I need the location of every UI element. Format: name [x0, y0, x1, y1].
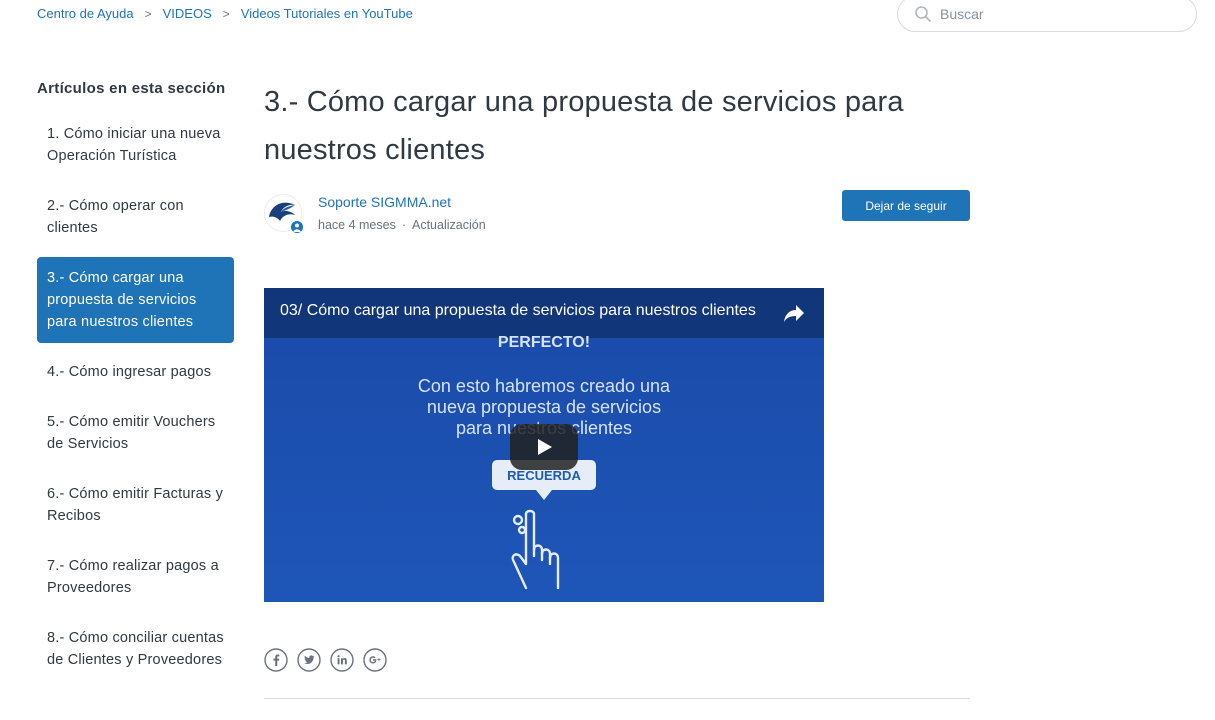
section-sidebar: Artículos en esta sección 1. Cómo inicia… [37, 80, 234, 689]
twitter-icon[interactable] [297, 648, 321, 672]
top-bar: Centro de Ayuda > VIDEOS > Videos Tutori… [0, 0, 1215, 40]
facebook-icon[interactable] [264, 648, 288, 672]
sidebar-item-emitir-facturas[interactable]: 6.- Cómo emitir Facturas y Recibos [37, 473, 234, 537]
breadcrumb-youtube-tutorials[interactable]: Videos Tutoriales en YouTube [241, 6, 413, 21]
sidebar-item-emitir-vouchers[interactable]: 5.- Cómo emitir Vouchers de Servicios [37, 401, 234, 465]
sidebar-item-conciliar-cuentas[interactable]: 8.- Cómo conciliar cuentas de Clientes y… [37, 617, 234, 681]
social-share-bar [264, 648, 387, 672]
slide-line: Con esto habremos creado una [418, 376, 671, 396]
sidebar-item-ingresar-pagos[interactable]: 4.- Cómo ingresar pagos [37, 351, 234, 393]
meta-dot-separator: · [401, 218, 406, 232]
linkedin-icon[interactable] [330, 648, 354, 672]
sidebar-title: Artículos en esta sección [37, 80, 226, 97]
share-icon[interactable] [782, 302, 806, 324]
article-author: Soporte SIGMMA.net hace 4 meses · Actualiz… [264, 190, 970, 254]
agent-badge-icon [289, 219, 305, 235]
slide-line: nueva propuesta de servicios [427, 397, 661, 417]
article-meta: hace 4 meses · Actualización [318, 218, 486, 232]
youtube-video-embed[interactable]: PERFECTO! Con esto habremos creado una n… [264, 288, 824, 602]
sidebar-item-pagos-proveedores[interactable]: 7.- Cómo realizar pagos a Proveedores [37, 545, 234, 609]
search-input[interactable] [940, 6, 1180, 22]
sidebar-item-iniciar-operacion[interactable]: 1. Cómo iniciar una nueva Operación Turí… [37, 113, 234, 177]
breadcrumb-separator: > [222, 6, 230, 21]
content-divider [264, 698, 970, 699]
search-box [897, 0, 1197, 32]
breadcrumb-home[interactable]: Centro de Ayuda [37, 6, 134, 21]
sidebar-item-cargar-propuesta[interactable]: 3.- Cómo cargar una propuesta de servici… [37, 257, 234, 343]
article-title: 3.- Cómo cargar una propuesta de servici… [264, 86, 904, 166]
video-title[interactable]: 03/ Cómo cargar una propuesta de servici… [280, 302, 780, 320]
unfollow-button[interactable]: Dejar de seguir [842, 190, 970, 221]
slide-heading: PERFECTO! [498, 334, 590, 351]
bubble-label: RECUERDA [507, 468, 581, 483]
play-button[interactable] [510, 424, 578, 470]
breadcrumb: Centro de Ayuda > VIDEOS > Videos Tutori… [37, 6, 413, 21]
article: 3.- Cómo cargar una propuesta de servici… [264, 78, 970, 699]
article-time-ago: hace 4 meses [318, 218, 396, 232]
google-plus-icon[interactable] [363, 648, 387, 672]
author-name-link[interactable]: Soporte SIGMMA.net [318, 194, 451, 210]
article-update-label: Actualización [412, 218, 486, 232]
sidebar-item-operar-clientes[interactable]: 2.- Cómo operar con clientes [37, 185, 234, 249]
breadcrumb-separator: > [144, 6, 152, 21]
search-icon [912, 3, 934, 25]
play-icon [538, 439, 552, 455]
breadcrumb-videos[interactable]: VIDEOS [163, 6, 212, 21]
